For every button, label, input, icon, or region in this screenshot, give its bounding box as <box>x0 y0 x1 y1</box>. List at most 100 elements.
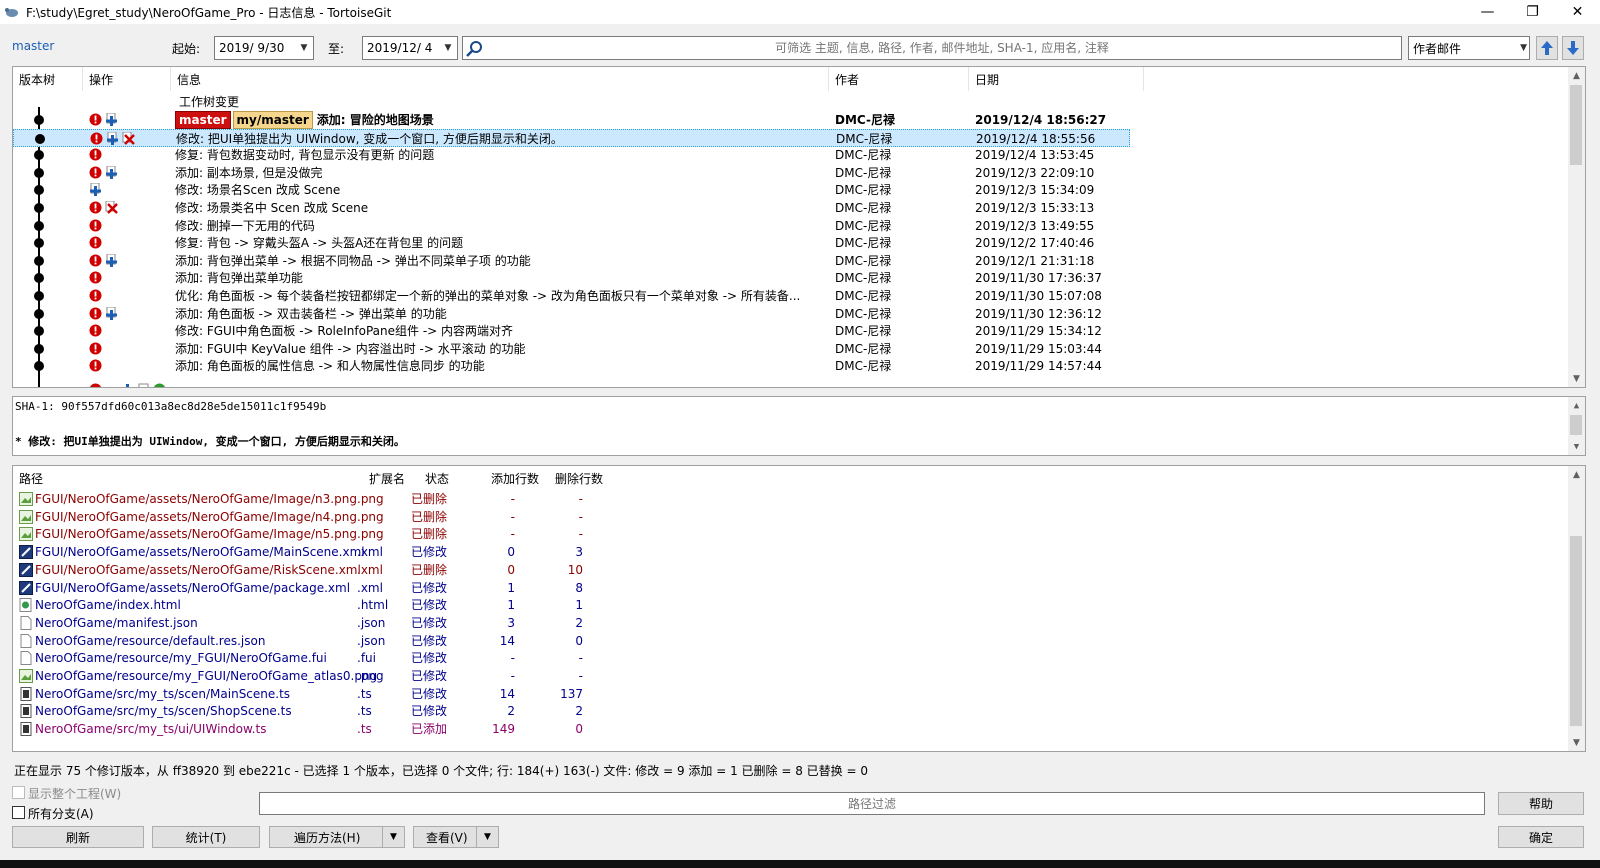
branch-link[interactable]: master <box>12 39 54 53</box>
column-header-graph[interactable]: 版本树 <box>13 67 83 91</box>
revision-log-list[interactable]: 版本树 操作 信息 作者 日期 工作树变更 master my/master 添加:… <box>12 66 1586 388</box>
file-status: 已修改 <box>411 669 448 683</box>
filter-toolbar: master 起始: 2019/ 9/30 ▼ 至: 2019/12/ 4 ▼ … <box>0 24 1600 64</box>
help-button[interactable]: 帮助 <box>1498 792 1584 815</box>
restore-button[interactable]: ❐ <box>1510 0 1555 24</box>
log-row[interactable]: 添加: 角色面板 -> 双击装备栏 -> 弹出菜单 的功能 DMC-尼禄 2019/… <box>13 305 1130 323</box>
column-header-removed[interactable]: 删除行数 <box>543 466 607 490</box>
scroll-up-icon[interactable]: ▲ <box>1568 466 1585 483</box>
log-row[interactable]: 修复: 背包数据变动时, 背包显示没有更新 的问题 DMC-尼禄 2019/12/4… <box>13 146 1130 164</box>
column-header-path[interactable]: 路径 <box>13 466 363 490</box>
chevron-down-icon[interactable]: ▼ <box>382 827 404 847</box>
from-date-picker[interactable]: 2019/ 9/30 ▼ <box>214 36 314 60</box>
to-date-picker[interactable]: 2019/12/ 4 ▼ <box>362 36 458 60</box>
path-filter-input[interactable]: 路径过滤 <box>259 792 1485 815</box>
search-icon[interactable] <box>466 40 484 58</box>
sort-down-button[interactable] <box>1562 36 1584 60</box>
sort-up-button[interactable] <box>1536 36 1558 60</box>
column-header-message[interactable]: 信息 <box>171 67 829 91</box>
log-row[interactable]: 修改: 把UI单独提出为 UIWindow, 变成一个窗口, 方便后期显示和关闭… <box>13 128 1130 147</box>
scroll-down-icon[interactable]: ▼ <box>1568 734 1585 751</box>
ok-button[interactable]: 确定 <box>1498 826 1584 848</box>
scroll-up-icon[interactable]: ▲ <box>1568 67 1585 84</box>
modified-icon <box>89 289 102 302</box>
file-path: NeroOfGame/manifest.json <box>35 615 198 630</box>
scroll-up-icon[interactable]: ▲ <box>1568 397 1585 414</box>
file-row[interactable]: NeroOfGame/index.html .html 已修改 1 1 <box>13 596 613 614</box>
search-input[interactable] <box>487 38 1397 58</box>
file-extension: .ts <box>357 722 372 737</box>
log-scrollbar[interactable]: ▲ ▼ <box>1568 67 1585 387</box>
log-row[interactable]: 添加: 背包弹出菜单 -> 根据不同物品 -> 弹出不同菜单子项 的功能 DMC-… <box>13 252 1130 270</box>
filter-field-select[interactable]: 作者邮件 ▼ <box>1408 36 1530 60</box>
file-row[interactable]: FGUI/NeroOfGame/assets/NeroOfGame/RiskSc… <box>13 561 613 579</box>
file-row[interactable]: FGUI/NeroOfGame/assets/NeroOfGame/Image/… <box>13 490 613 508</box>
log-row[interactable]: 修改: 场景类名中 Scen 改成 Scene DMC-尼禄 2019/12/3 1… <box>13 199 1130 217</box>
file-lines-removed: - <box>578 509 583 524</box>
scroll-down-icon[interactable]: ▼ <box>1568 438 1585 455</box>
file-lines-removed: 137 <box>560 686 583 701</box>
minimize-button[interactable]: — <box>1465 0 1510 24</box>
log-date: 2019/12/4 18:56:27 <box>975 113 1107 127</box>
file-row[interactable]: NeroOfGame/src/my_ts/scen/ShopScene.ts .t… <box>13 702 613 720</box>
file-row[interactable]: NeroOfGame/manifest.json .json 已修改 3 2 <box>13 614 613 632</box>
log-message: master my/master 添加: 冒险的地图场景 <box>175 111 825 129</box>
log-row[interactable]: 添加: 背包弹出菜单功能 DMC-尼禄 2019/11/30 17:36:37 <box>13 269 1130 287</box>
local-branch-tag[interactable]: master <box>175 111 231 129</box>
commit-node-icon <box>34 185 44 196</box>
refresh-button[interactable]: 刷新 <box>12 826 144 848</box>
log-row[interactable]: master my/master 添加: 冒险的地图场景 DMC-尼禄 2019/12/… <box>13 111 1130 129</box>
file-row[interactable]: FGUI/NeroOfGame/assets/NeroOfGame/Image/… <box>13 525 613 543</box>
log-row[interactable]: 修改: 场景名Scen 改成 Scene DMC-尼禄 2019/12/3 15:3… <box>13 181 1130 199</box>
file-row[interactable]: NeroOfGame/resource/default.res.json .jso… <box>13 632 613 650</box>
log-message: 修复: 背包 -> 穿戴头盔A -> 头盔A还在背包里 的问题 <box>175 234 825 252</box>
log-row[interactable]: 添加: 角色面板的属性信息 -> 和人物属性信息同步 的功能 DMC-尼禄 2019… <box>13 357 1130 375</box>
log-row[interactable]: 添加: FGUI中 KeyValue 组件 -> 内容溢出时 -> 水平滚动 的… <box>13 340 1130 358</box>
show-whole-project-checkbox[interactable] <box>12 786 25 799</box>
log-row[interactable]: 优化: 角色面板 -> 每个装备栏按钮都绑定一个新的弹出的菜单对象 -> 改为角… <box>13 287 1130 305</box>
log-row[interactable]: 修复: 背包 -> 穿戴头盔A -> 头盔A还在背包里 的问题 DMC-尼禄 201… <box>13 234 1130 252</box>
file-row[interactable]: NeroOfGame/resource/my_FGUI/NeroOfGame.f… <box>13 649 613 667</box>
log-author: DMC-尼禄 <box>836 131 893 146</box>
commit-node-icon <box>34 343 44 354</box>
chevron-down-icon[interactable]: ▼ <box>476 827 498 847</box>
log-row[interactable]: 修改: 删掉一下无用的代码 DMC-尼禄 2019/12/3 13:49:55 <box>13 217 1130 235</box>
partial-row <box>13 381 1130 387</box>
column-header-added[interactable]: 添加行数 <box>473 466 543 490</box>
column-header-status[interactable]: 状态 <box>419 466 473 490</box>
statistics-button[interactable]: 统计(T) <box>152 826 260 848</box>
column-header-date[interactable]: 日期 <box>969 67 1144 91</box>
column-header-actions[interactable]: 操作 <box>83 67 171 91</box>
scroll-thumb[interactable] <box>1570 536 1582 726</box>
close-button[interactable]: ✕ <box>1555 0 1600 24</box>
file-row[interactable]: NeroOfGame/src/my_ts/scen/MainScene.ts .t… <box>13 685 613 703</box>
commit-message-panel[interactable]: SHA-1: 90f557dfd60c013a8ec8d28e5de15011c… <box>12 396 1586 456</box>
column-header-author[interactable]: 作者 <box>829 67 969 91</box>
scroll-thumb[interactable] <box>1570 415 1582 435</box>
remote-branch-tag[interactable]: my/master <box>232 111 313 129</box>
file-row[interactable]: NeroOfGame/src/my_ts/ui/UIWindow.ts .ts 已添… <box>13 720 613 738</box>
walk-method-button[interactable]: 遍历方法(H) ▼ <box>269 826 405 848</box>
log-message: 添加: FGUI中 KeyValue 组件 -> 内容溢出时 -> 水平滚动 的… <box>175 340 825 358</box>
column-header-ext[interactable]: 扩展名 <box>363 466 419 490</box>
log-row[interactable]: 添加: 副本场景, 但是没做完 DMC-尼禄 2019/12/3 22:09:10 <box>13 164 1130 182</box>
all-branches-checkbox[interactable] <box>12 806 25 819</box>
working-tree-row[interactable]: 工作树变更 <box>13 93 1130 111</box>
scroll-down-icon[interactable]: ▼ <box>1568 370 1585 387</box>
add-icon <box>105 112 118 126</box>
scroll-thumb[interactable] <box>1570 85 1582 165</box>
file-status: 已修改 <box>411 651 448 666</box>
message-scrollbar[interactable]: ▲ ▼ <box>1568 397 1585 455</box>
view-button[interactable]: 查看(V) ▼ <box>413 826 499 848</box>
log-date: 2019/12/3 13:49:55 <box>975 218 1095 233</box>
file-row[interactable]: FGUI/NeroOfGame/assets/NeroOfGame/packag… <box>13 579 613 597</box>
file-row[interactable]: NeroOfGame/resource/my_FGUI/NeroOfGame_a… <box>13 667 613 685</box>
chevron-down-icon: ▼ <box>300 43 308 53</box>
search-box[interactable] <box>462 36 1402 60</box>
changed-files-list[interactable]: 路径 扩展名 状态 添加行数 删除行数 FGUI/NeroOfGame/asse… <box>12 465 1586 752</box>
files-scrollbar[interactable]: ▲ ▼ <box>1568 466 1585 751</box>
log-message-text: 添加: 背包弹出菜单功能 <box>175 271 303 286</box>
file-row[interactable]: FGUI/NeroOfGame/assets/NeroOfGame/Image/… <box>13 508 613 526</box>
file-row[interactable]: FGUI/NeroOfGame/assets/NeroOfGame/MainSc… <box>13 543 613 561</box>
log-row[interactable]: 修改: FGUI中角色面板 -> RoleInfoPane组件 -> 内容两端对… <box>13 322 1130 340</box>
